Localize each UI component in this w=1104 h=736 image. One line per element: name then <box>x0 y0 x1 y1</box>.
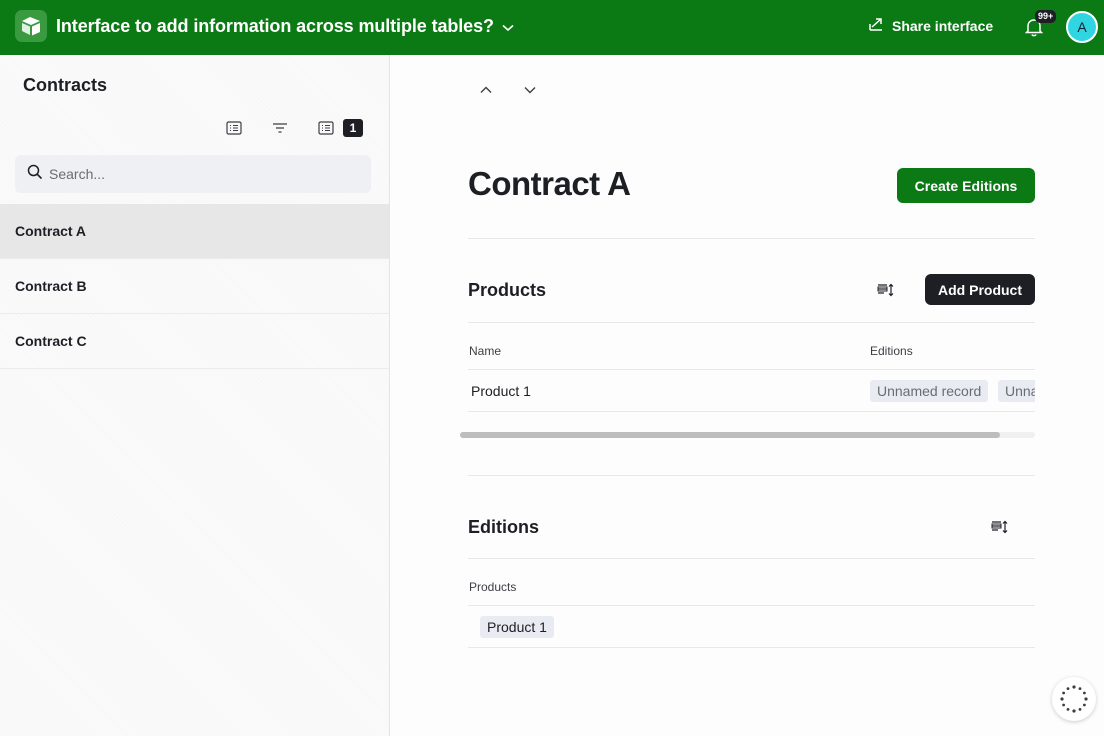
filter-icon[interactable] <box>270 118 290 138</box>
list-item[interactable]: Contract B <box>0 259 389 314</box>
search-input[interactable] <box>49 166 349 182</box>
record-label: Contract B <box>15 278 87 294</box>
record-detail: Contract A Create Editions Products Add … <box>390 55 1104 736</box>
interface-title-dropdown[interactable]: Interface to add information across mult… <box>56 16 514 37</box>
share-interface-label: Share interface <box>892 17 994 34</box>
chevron-up-icon[interactable] <box>477 81 495 99</box>
scrollbar-thumb[interactable] <box>460 432 1000 438</box>
create-editions-button[interactable]: Create Editions <box>897 168 1035 203</box>
record-list: Contract A Contract B Contract C <box>0 204 389 369</box>
add-product-button[interactable]: Add Product <box>925 274 1035 305</box>
editions-section-title: Editions <box>468 517 539 537</box>
top-bar: Interface to add information across mult… <box>0 0 1104 55</box>
editions-table: Products Product 1 <box>468 559 1035 651</box>
share-icon <box>868 16 884 35</box>
airtable-logo-icon[interactable] <box>15 10 47 42</box>
divider <box>468 369 1035 370</box>
products-table: Name Editions Product 1 Unnamed record U… <box>468 323 1035 431</box>
sort-icon[interactable] <box>316 118 336 138</box>
column-header-editions: Editions <box>870 344 913 358</box>
chevron-down-icon <box>502 16 514 37</box>
sort-icon[interactable] <box>990 518 1010 536</box>
loading-spinner-icon <box>1052 677 1096 721</box>
sidebar-title: Contracts <box>23 75 108 95</box>
record-label: Contract A <box>15 223 87 239</box>
linked-record-chip[interactable]: Product 1 <box>480 616 554 638</box>
table-cell-name[interactable]: Product 1 <box>471 383 531 399</box>
divider <box>468 238 1035 239</box>
divider <box>468 475 1035 476</box>
record-label: Contract C <box>15 333 87 349</box>
avatar[interactable]: A <box>1066 11 1098 43</box>
products-section-title: Products <box>468 280 547 300</box>
sort-count-badge: 1 <box>343 119 363 137</box>
records-sidebar: Contracts 1 Contract A Contra <box>0 55 390 736</box>
share-interface-button[interactable]: Share interface <box>868 16 993 35</box>
search-icon <box>27 164 43 185</box>
list-item[interactable]: Contract C <box>0 314 389 369</box>
list-view-icon[interactable] <box>224 118 244 138</box>
divider <box>468 647 1035 648</box>
chevron-down-icon[interactable] <box>521 81 539 99</box>
list-item[interactable]: Contract A <box>0 204 389 259</box>
column-header-name: Name <box>469 344 502 358</box>
divider <box>468 605 1035 606</box>
linked-record-chip[interactable]: Unnamed record <box>870 380 989 402</box>
sort-icon[interactable] <box>876 281 896 299</box>
divider <box>468 411 1035 412</box>
notification-count-badge: 99+ <box>1035 10 1057 23</box>
column-header-products: Products <box>469 580 517 594</box>
search-box <box>15 155 371 193</box>
interface-title: Interface to add information across mult… <box>56 16 494 36</box>
linked-record-chip[interactable]: Unna <box>998 380 1035 402</box>
page-title: Contract A <box>468 165 631 202</box>
horizontal-scrollbar[interactable] <box>460 432 1035 438</box>
